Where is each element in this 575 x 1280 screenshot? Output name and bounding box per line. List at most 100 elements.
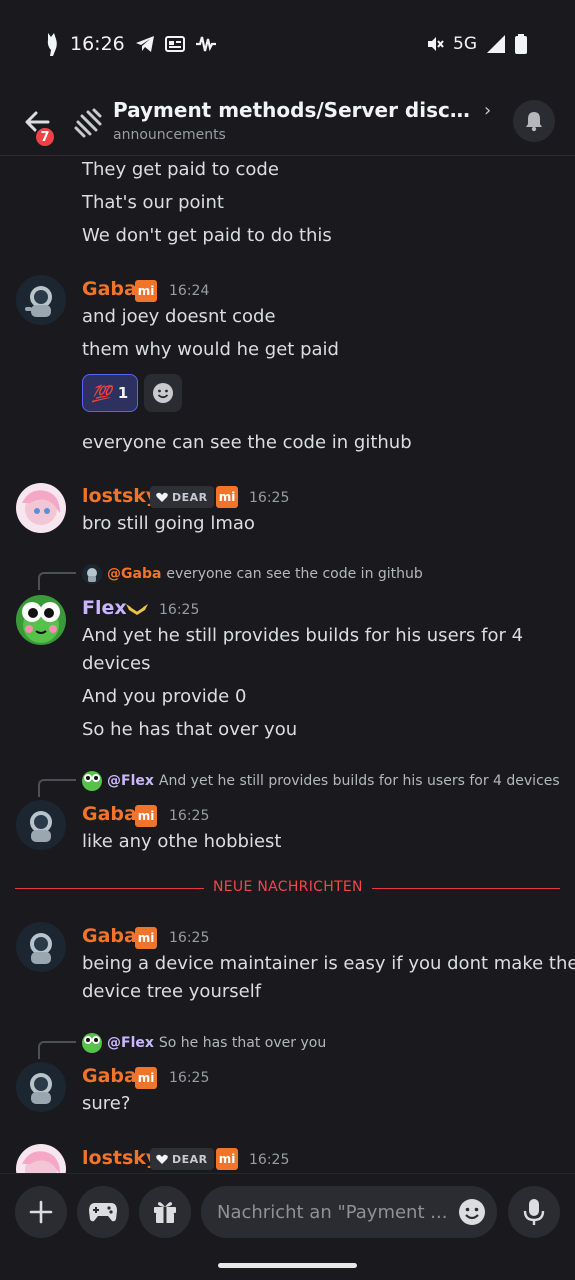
microphone-icon bbox=[523, 1199, 545, 1225]
timestamp: 16:25 bbox=[169, 808, 210, 824]
notification-button[interactable] bbox=[513, 100, 555, 142]
mini-avatar-flex bbox=[82, 771, 102, 791]
mi-role-icon: mi bbox=[135, 927, 157, 949]
message-text: So he has that over you bbox=[82, 719, 298, 740]
avatar-gaba[interactable] bbox=[16, 922, 66, 972]
username[interactable]: lostsky bbox=[82, 485, 158, 507]
mi-role-icon: mi bbox=[135, 1067, 157, 1089]
reply-connector bbox=[38, 572, 76, 590]
avatar-gaba[interactable] bbox=[16, 1062, 66, 1112]
telegram-icon bbox=[135, 36, 154, 52]
avatar-lostsky[interactable] bbox=[16, 483, 66, 533]
message-text: and joey doesnt code bbox=[82, 306, 276, 327]
reply-preview[interactable]: @Flex So he has that over you bbox=[82, 1033, 326, 1053]
add-reaction-button[interactable] bbox=[144, 374, 182, 412]
username[interactable]: Gaba bbox=[82, 925, 137, 947]
message-text: device tree yourself bbox=[82, 981, 262, 1002]
message-composer bbox=[0, 1173, 575, 1280]
gamepad-icon bbox=[89, 1203, 117, 1222]
mi-role-icon: mi bbox=[135, 280, 157, 302]
plus-icon bbox=[29, 1200, 53, 1224]
channel-header: 7 Payment methods/Server discuss... anno… bbox=[0, 86, 575, 156]
message-text: sure? bbox=[82, 1093, 131, 1114]
status-bar: 16:26 5G bbox=[0, 0, 575, 86]
message-text: being a device maintainer is easy if you… bbox=[82, 953, 575, 974]
smiley-icon bbox=[153, 383, 173, 403]
timestamp: 16:25 bbox=[169, 1070, 210, 1086]
activities-button[interactable] bbox=[77, 1186, 129, 1238]
channel-subtitle: announcements bbox=[113, 127, 226, 143]
message-text: devices bbox=[82, 653, 151, 674]
avatar-gaba[interactable] bbox=[16, 275, 66, 325]
reply-preview[interactable]: @Gaba everyone can see the code in githu… bbox=[82, 564, 423, 584]
signal-icon bbox=[487, 35, 505, 53]
reaction-count: 1 bbox=[117, 384, 129, 402]
dear-role-tag: DEAR bbox=[150, 486, 214, 508]
message-text: That's our point bbox=[82, 192, 224, 213]
username[interactable]: Gaba bbox=[82, 1065, 137, 1087]
emoji-picker-icon[interactable] bbox=[457, 1197, 487, 1227]
reply-text: So he has that over you bbox=[158, 1035, 327, 1051]
announcement-channel-icon bbox=[74, 108, 102, 138]
message-list[interactable]: They get paid to code That's our point W… bbox=[0, 157, 575, 1173]
wings-badge-icon bbox=[126, 604, 148, 615]
reply-mention: @Gaba bbox=[107, 566, 162, 582]
news-icon bbox=[164, 36, 185, 52]
voice-message-button[interactable] bbox=[508, 1186, 560, 1238]
gift-button[interactable] bbox=[139, 1186, 191, 1238]
add-attachment-button[interactable] bbox=[15, 1186, 67, 1238]
mini-avatar-gaba bbox=[82, 564, 102, 584]
message-text: everyone can see the code in github bbox=[82, 432, 412, 453]
message-text: bro still going lmao bbox=[82, 513, 255, 534]
owl-app-icon bbox=[47, 33, 57, 56]
heart-icon bbox=[156, 492, 168, 502]
home-indicator bbox=[218, 1263, 357, 1268]
dear-role-tag: DEAR bbox=[150, 1148, 214, 1170]
bell-icon bbox=[526, 112, 542, 132]
message-text: We don't get paid to do this bbox=[82, 225, 332, 246]
mi-role-icon: mi bbox=[216, 1148, 238, 1170]
timestamp: 16:24 bbox=[169, 283, 210, 299]
reply-preview[interactable]: @Flex And yet he still provides builds f… bbox=[82, 771, 560, 791]
network-type: 5G bbox=[453, 34, 477, 54]
channel-title[interactable]: Payment methods/Server discuss... bbox=[113, 98, 481, 122]
timestamp: 16:25 bbox=[159, 602, 200, 618]
unread-badge: 7 bbox=[34, 126, 56, 148]
username[interactable]: Gaba bbox=[82, 803, 137, 825]
hundred-points-icon: 💯 bbox=[91, 383, 112, 403]
reply-text: And yet he still provides builds for his… bbox=[158, 773, 560, 789]
timestamp: 16:25 bbox=[249, 490, 290, 506]
battery-icon bbox=[515, 34, 527, 54]
message-input[interactable] bbox=[217, 1201, 449, 1223]
mini-avatar-flex bbox=[82, 1033, 102, 1053]
reaction-100[interactable]: 💯 1 bbox=[82, 374, 138, 412]
message-text: And you provide 0 bbox=[82, 686, 247, 707]
reply-text: everyone can see the code in github bbox=[166, 566, 423, 582]
message-text: like any othe hobbiest bbox=[82, 831, 282, 852]
gift-icon bbox=[154, 1202, 176, 1223]
mi-role-icon: mi bbox=[216, 486, 238, 508]
message-text: And yet he still provides builds for his… bbox=[82, 625, 524, 646]
message-input-wrapper[interactable] bbox=[201, 1186, 497, 1238]
reply-mention: @Flex bbox=[107, 1035, 154, 1051]
mute-icon bbox=[428, 37, 444, 51]
username[interactable]: Gaba bbox=[82, 278, 137, 300]
message-text: them why would he get paid bbox=[82, 339, 339, 360]
avatar-gaba[interactable] bbox=[16, 800, 66, 850]
reply-mention: @Flex bbox=[107, 773, 154, 789]
timestamp: 16:25 bbox=[169, 930, 210, 946]
heart-icon bbox=[156, 1154, 168, 1164]
reply-connector bbox=[38, 1041, 76, 1059]
waveform-icon bbox=[195, 36, 216, 52]
timestamp: 16:25 bbox=[249, 1152, 290, 1168]
avatar-flex[interactable] bbox=[16, 595, 66, 645]
chevron-right-icon[interactable]: › bbox=[484, 100, 491, 121]
new-messages-label: NEUE NACHRICHTEN bbox=[204, 879, 372, 895]
username[interactable]: lostsky bbox=[82, 1147, 158, 1169]
message-text: They get paid to code bbox=[82, 159, 279, 180]
avatar-lostsky[interactable] bbox=[16, 1144, 66, 1173]
clock: 16:26 bbox=[70, 33, 125, 55]
username[interactable]: Flex bbox=[82, 597, 127, 619]
reply-connector bbox=[38, 779, 76, 797]
mi-role-icon: mi bbox=[135, 805, 157, 827]
